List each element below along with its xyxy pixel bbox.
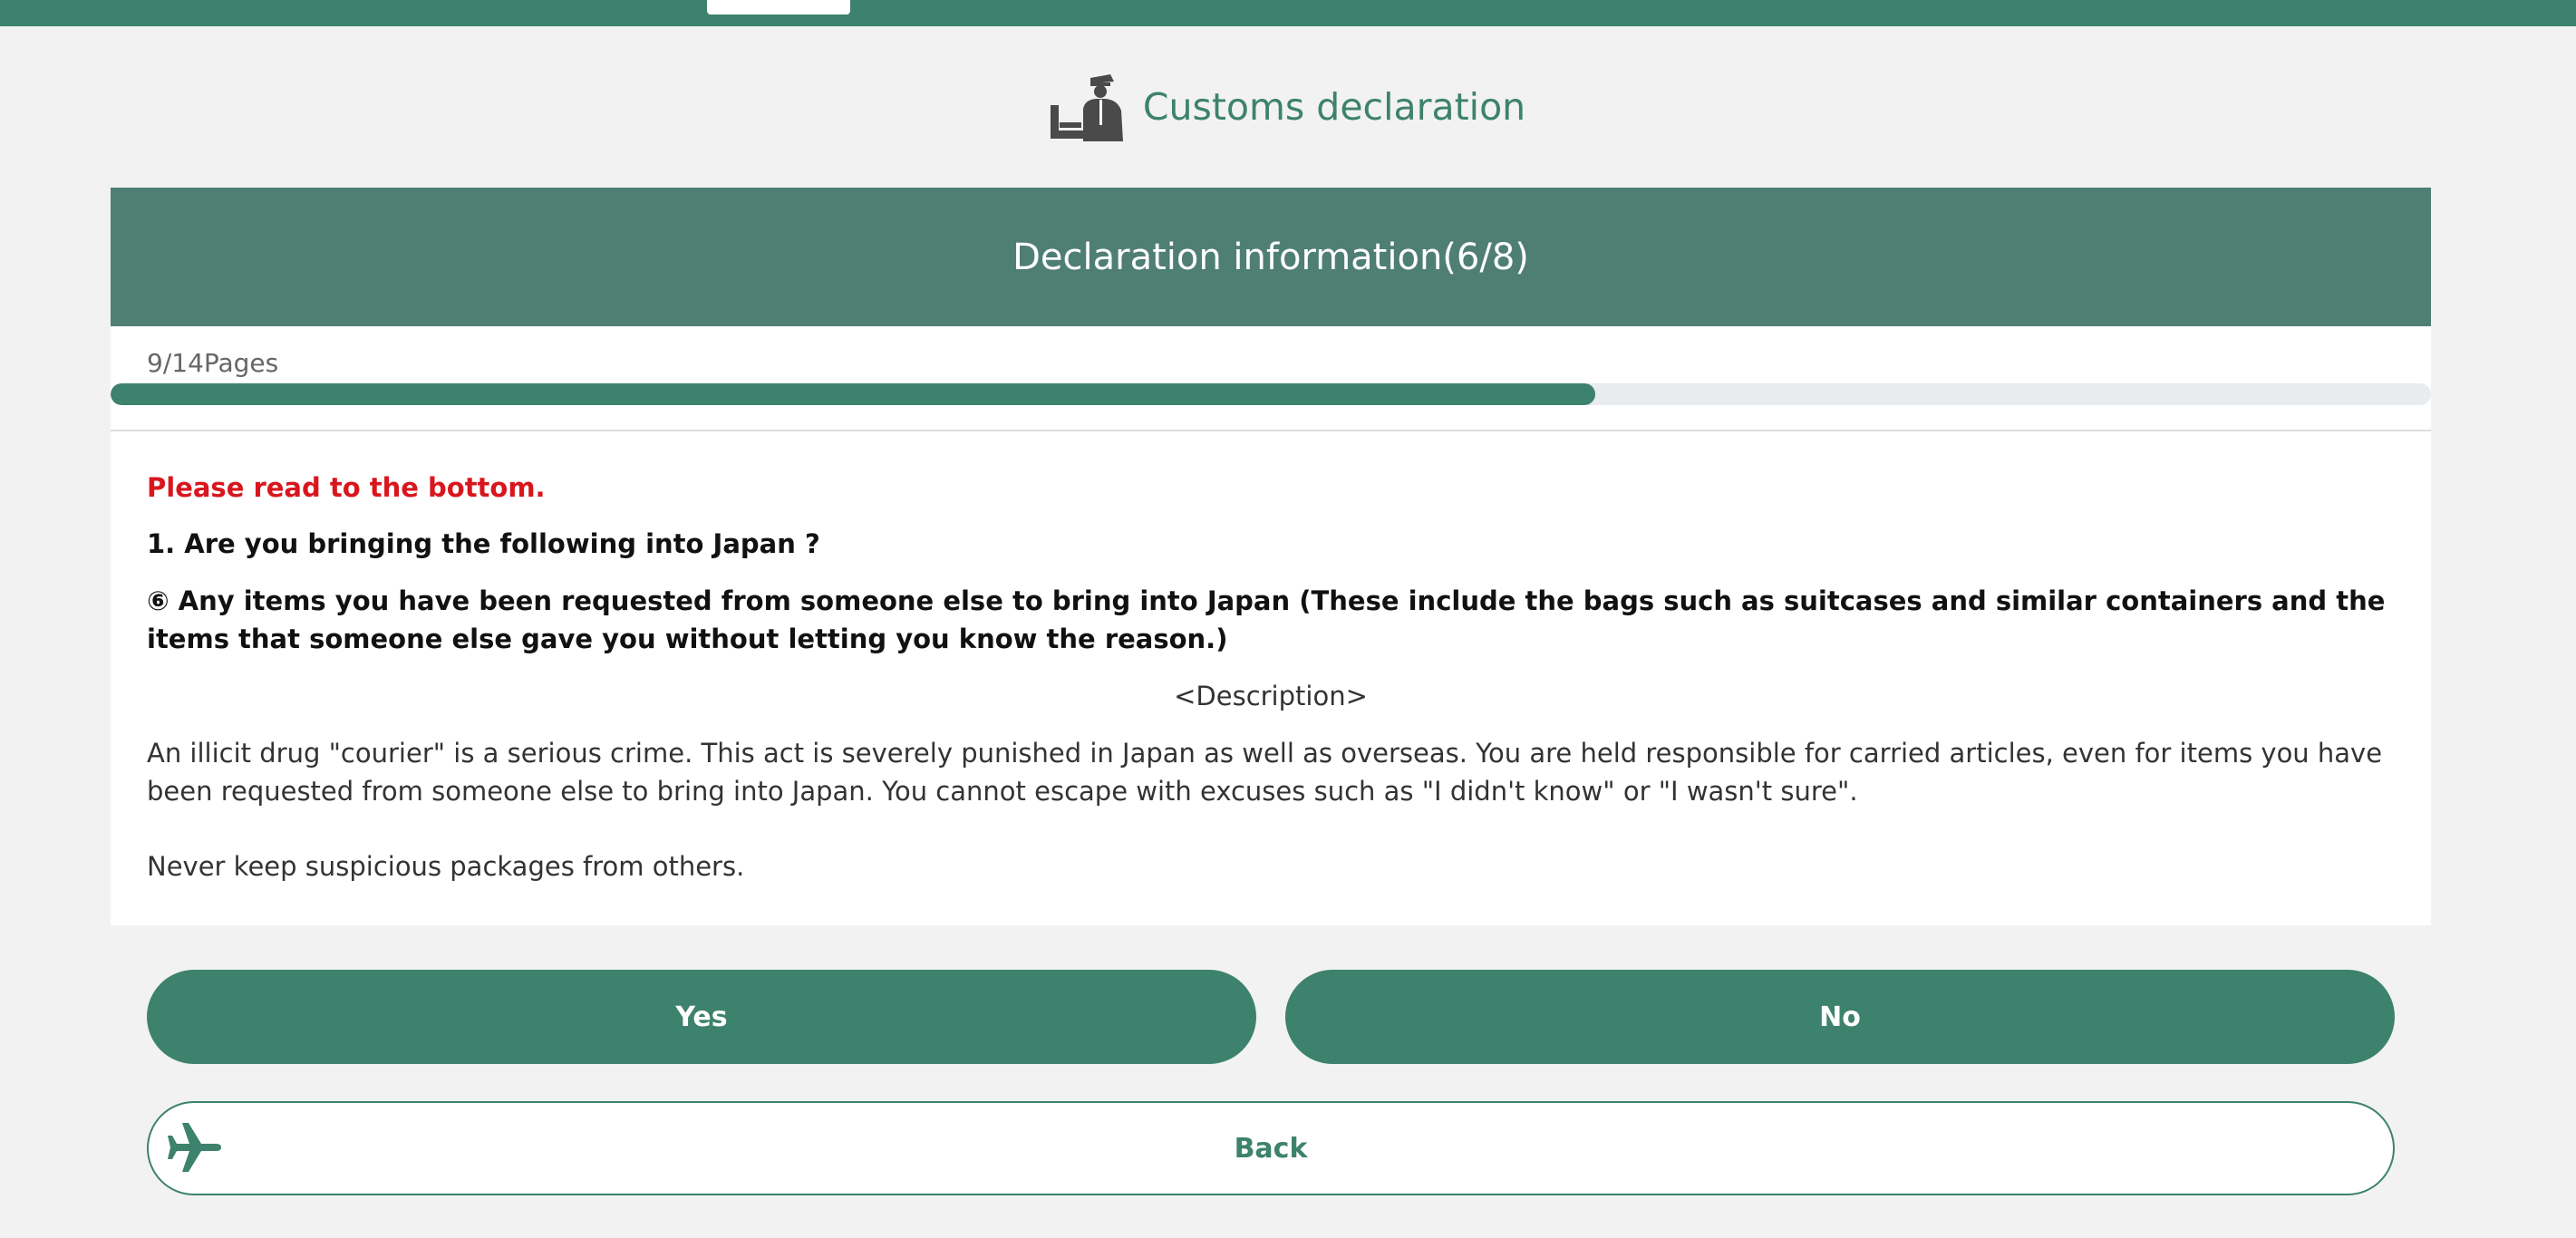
- progress-section: 9/14Pages: [111, 326, 2431, 431]
- progress-bar-fill: [111, 383, 1596, 405]
- description-heading: <Description>: [1174, 681, 1368, 711]
- page-title: Customs declaration: [1142, 84, 1526, 129]
- back-button[interactable]: Back: [147, 1101, 2395, 1195]
- back-button-label: Back: [1234, 1132, 1308, 1165]
- top-bar-tab[interactable]: [707, 0, 850, 15]
- no-button[interactable]: No: [1285, 970, 2395, 1064]
- card-header: Declaration information(6/8): [111, 188, 2431, 326]
- description-note: Never keep suspicious packages from othe…: [147, 851, 745, 882]
- declaration-content: Please read to the bottom. 1. Are you br…: [111, 431, 2431, 885]
- read-to-bottom-warning: Please read to the bottom.: [147, 472, 546, 503]
- declaration-card: Declaration information(6/8) 9/14Pages P…: [111, 188, 2431, 925]
- page-header: Customs declaration: [0, 71, 2576, 143]
- progress-label: 9/14Pages: [147, 348, 279, 378]
- description-text: An illicit drug "courier" is a serious c…: [147, 738, 2383, 807]
- top-bar: [0, 0, 2576, 26]
- subquestion-text: ⑥ Any items you have been requested from…: [147, 585, 2386, 654]
- question-text: 1. Are you bringing the following into J…: [147, 528, 820, 559]
- yes-button[interactable]: Yes: [147, 970, 1256, 1064]
- progress-bar-track: [111, 383, 2431, 405]
- card-title: Declaration information(6/8): [1012, 236, 1529, 278]
- airplane-icon: [165, 1117, 225, 1185]
- customs-officer-icon: [1050, 73, 1125, 141]
